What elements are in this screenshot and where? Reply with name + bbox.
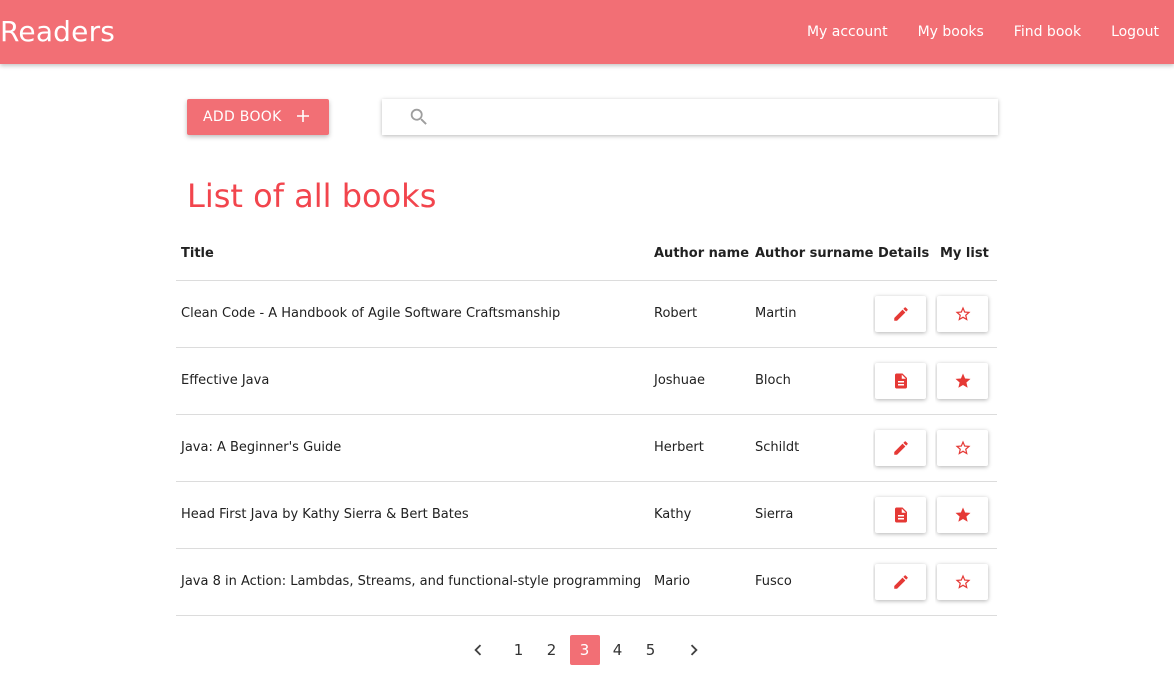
author-name-cell: Herbert [649, 414, 750, 482]
add-to-list-button[interactable] [937, 295, 988, 332]
page-4-button[interactable]: 4 [603, 635, 633, 665]
col-header-details: Details [873, 227, 935, 281]
table-row: Effective Java Joshuae Bloch [176, 347, 997, 415]
add-to-list-button[interactable] [937, 563, 988, 600]
chevron-left-icon [474, 644, 482, 656]
details-cell [873, 481, 935, 549]
view-details-button[interactable] [875, 362, 926, 399]
table-row: Head First Java by Kathy Sierra & Bert B… [176, 481, 997, 549]
remove-from-list-button[interactable] [937, 496, 988, 533]
page-3-button[interactable]: 3 [569, 635, 600, 665]
add-to-list-button[interactable] [937, 429, 988, 466]
author-name-cell: Mario [649, 548, 750, 616]
star-filled-icon [955, 507, 970, 522]
nav-links: My account My books Find book Logout [792, 0, 1174, 64]
star-outline-icon [955, 574, 970, 589]
book-title-cell: Clean Code - A Handbook of Agile Softwar… [176, 280, 649, 348]
next-page-button[interactable] [679, 635, 709, 665]
my-list-cell [935, 548, 997, 616]
search-icon [410, 108, 427, 125]
details-cell [873, 280, 935, 348]
brand-title[interactable]: Readers [0, 14, 115, 50]
my-list-cell [935, 414, 997, 482]
book-title-cell: Java 8 in Action: Lambdas, Streams, and … [176, 548, 649, 616]
author-surname-cell: Martin [750, 280, 873, 348]
add-book-label: ADD BOOK [203, 109, 282, 125]
author-surname-cell: Schildt [750, 414, 873, 482]
col-header-author-surname: Author surname [750, 227, 873, 281]
my-list-cell [935, 347, 997, 415]
edit-details-button[interactable] [875, 429, 926, 466]
edit-icon [893, 306, 908, 321]
document-icon [894, 507, 907, 522]
col-header-title: Title [176, 227, 649, 281]
remove-from-list-button[interactable] [937, 362, 988, 399]
top-navbar: Readers My account My books Find book Lo… [0, 0, 1174, 64]
author-name-cell: Robert [649, 280, 750, 348]
table-row: Clean Code - A Handbook of Agile Softwar… [176, 280, 997, 348]
edit-details-button[interactable] [875, 295, 926, 332]
edit-icon [893, 440, 908, 455]
pagination: 1 2 3 4 5 [463, 635, 709, 665]
add-book-button[interactable]: ADD BOOK [187, 99, 329, 135]
page-2-button[interactable]: 2 [537, 635, 567, 665]
book-title-cell: Effective Java [176, 347, 649, 415]
view-details-button[interactable] [875, 496, 926, 533]
details-cell [873, 414, 935, 482]
my-list-cell [935, 481, 997, 549]
edit-details-button[interactable] [875, 563, 926, 600]
document-icon [894, 373, 907, 388]
books-table: Title Author name Author surname Details… [176, 227, 997, 616]
nav-link-my-account[interactable]: My account [792, 0, 903, 64]
author-surname-cell: Sierra [750, 481, 873, 549]
book-title-cell: Head First Java by Kathy Sierra & Bert B… [176, 481, 649, 549]
nav-link-logout[interactable]: Logout [1096, 0, 1174, 64]
table-row: Java: A Beginner's Guide Herbert Schildt [176, 414, 997, 482]
author-surname-cell: Bloch [750, 347, 873, 415]
prev-page-button[interactable] [463, 635, 493, 665]
search-input[interactable] [442, 99, 982, 135]
plus-icon [297, 110, 309, 122]
col-header-author-name: Author name [649, 227, 750, 281]
search-bar [382, 99, 998, 135]
nav-link-my-books[interactable]: My books [903, 0, 999, 64]
table-header-row: Title Author name Author surname Details… [176, 227, 997, 281]
table-row: Java 8 in Action: Lambdas, Streams, and … [176, 548, 997, 616]
author-name-cell: Joshuae [649, 347, 750, 415]
star-outline-icon [955, 306, 970, 321]
edit-icon [893, 574, 908, 589]
author-surname-cell: Fusco [750, 548, 873, 616]
page-title: List of all books [187, 177, 437, 215]
page-1-button[interactable]: 1 [504, 635, 534, 665]
nav-link-find-book[interactable]: Find book [999, 0, 1096, 64]
col-header-my-list: My list [935, 227, 997, 281]
page-5-button[interactable]: 5 [636, 635, 666, 665]
chevron-right-icon [690, 644, 698, 656]
book-title-cell: Java: A Beginner's Guide [176, 414, 649, 482]
star-filled-icon [955, 373, 970, 388]
details-cell [873, 548, 935, 616]
my-list-cell [935, 280, 997, 348]
star-outline-icon [955, 440, 970, 455]
author-name-cell: Kathy [649, 481, 750, 549]
details-cell [873, 347, 935, 415]
